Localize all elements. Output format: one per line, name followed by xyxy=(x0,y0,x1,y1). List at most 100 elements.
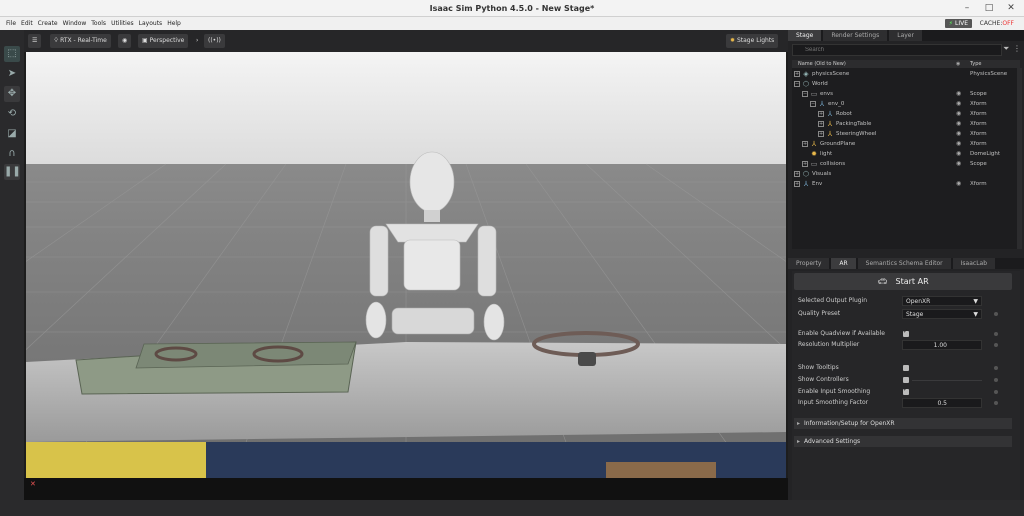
tree-row[interactable]: − ▭ envs ◉ Scope xyxy=(792,89,1020,99)
tree-row[interactable]: + ⅄ GroundPlane ◉ Xform xyxy=(792,139,1020,149)
reset-icon[interactable] xyxy=(994,332,998,336)
visibility-eye-icon[interactable]: ◉ xyxy=(956,119,961,129)
tab-layer[interactable]: Layer xyxy=(889,30,922,41)
stage-lights-button[interactable]: ✹ Stage Lights xyxy=(726,34,779,48)
tree-row[interactable]: + ⅄ Robot ◉ Xform xyxy=(792,109,1020,119)
visibility-eye-icon[interactable]: ◉ xyxy=(956,89,961,99)
viewport-settings-icon[interactable]: ☰ xyxy=(28,34,42,48)
expand-icon[interactable]: + xyxy=(794,171,800,177)
reset-icon[interactable] xyxy=(994,312,998,316)
property-panel: Property AR Semantics Schema Editor Isaa… xyxy=(788,258,1024,500)
snap-icon[interactable]: ∩ xyxy=(4,146,20,162)
tab-semantics-schema-editor[interactable]: Semantics Schema Editor xyxy=(857,258,951,269)
menu-tools[interactable]: Tools xyxy=(91,20,106,27)
ar-settings: 🚗︎ Start AR Selected Output Plugin OpenXR… xyxy=(792,271,1020,500)
tab-stage[interactable]: Stage xyxy=(788,30,822,41)
expand-icon[interactable]: + xyxy=(818,131,824,137)
visibility-eye-icon[interactable]: ◉ xyxy=(956,129,961,139)
tree-row[interactable]: + ◈ physicsScene PhysicsScene xyxy=(792,69,1020,79)
tree-type: DomeLight xyxy=(970,151,1001,157)
cache-status[interactable]: CACHE:OFF xyxy=(980,20,1014,27)
tree-row[interactable]: + ⅄ PackingTable ◉ Xform xyxy=(792,119,1020,129)
menu-edit[interactable]: Edit xyxy=(21,20,33,27)
expand-icon[interactable]: + xyxy=(802,161,808,167)
render-mode-button[interactable]: 💡︎ RTX - Real-Time xyxy=(50,34,111,48)
tree-row[interactable]: + ⅄ SteeringWheel ◉ Xform xyxy=(792,129,1020,139)
tab-ar[interactable]: AR xyxy=(831,258,856,269)
visibility-eye-icon[interactable]: ◉ xyxy=(956,109,961,119)
tab-render-settings[interactable]: Render Settings xyxy=(823,30,888,41)
visibility-eye-icon[interactable]: ◉ xyxy=(956,159,961,169)
move-icon[interactable]: ✥ xyxy=(4,86,20,102)
scale-icon[interactable]: ◪ xyxy=(4,126,20,142)
chevron-down-icon: ▼ xyxy=(973,311,978,318)
visibility-eye-icon[interactable]: ◉ xyxy=(118,34,132,48)
expand-icon[interactable]: + xyxy=(818,111,824,117)
broadcast-icon[interactable]: ((•)) xyxy=(204,34,225,48)
tree-row[interactable]: + ▭ collisions ◉ Scope xyxy=(792,159,1020,169)
tree-row[interactable]: − ⅄ env_0 ◉ Xform xyxy=(792,99,1020,109)
chevron-right-icon[interactable]: › xyxy=(192,34,202,48)
tooltips-checkbox[interactable] xyxy=(903,365,909,371)
select-arrow-icon[interactable]: ➤ xyxy=(4,66,20,82)
live-button[interactable]: ⚡ LIVE xyxy=(944,19,972,28)
pause-icon[interactable]: ❚❚ xyxy=(4,164,21,180)
smoothing-label: Enable Input Smoothing xyxy=(798,388,871,395)
section-info-openxr[interactable]: Information/Setup for OpenXR xyxy=(794,418,1012,429)
resolution-input[interactable]: 1.00 xyxy=(902,340,982,350)
menu-file[interactable]: File xyxy=(6,20,16,27)
expand-icon[interactable]: + xyxy=(818,121,824,127)
filter-icon[interactable]: ⏷ xyxy=(1003,44,1009,54)
menu-utilities[interactable]: Utilities xyxy=(111,20,134,27)
viewport[interactable]: ☰ 💡︎ RTX - Real-Time ◉ ▣ Perspective › (… xyxy=(24,30,788,500)
reset-icon[interactable] xyxy=(994,401,998,405)
col-type[interactable]: Type xyxy=(970,60,981,68)
close-icon[interactable]: ✕ xyxy=(1006,3,1016,13)
menu-layouts[interactable]: Layouts xyxy=(139,20,163,27)
collapse-icon[interactable]: − xyxy=(810,101,816,107)
options-icon[interactable]: ⋮ xyxy=(1013,44,1021,53)
start-ar-button[interactable]: 🚗︎ Start AR xyxy=(794,273,1012,290)
visibility-eye-icon[interactable]: ◉ xyxy=(956,139,961,149)
reset-icon[interactable] xyxy=(994,343,998,347)
section-advanced-settings[interactable]: Advanced Settings xyxy=(794,436,1012,447)
menu-help[interactable]: Help xyxy=(167,20,181,27)
collapse-icon[interactable]: − xyxy=(802,91,808,97)
tree-label: env_0 xyxy=(828,101,845,107)
controllers-checkbox[interactable] xyxy=(903,377,909,383)
visibility-eye-icon[interactable]: ◉ xyxy=(956,179,961,189)
quality-preset-select[interactable]: Stage ▼ xyxy=(902,309,982,319)
visibility-eye-icon[interactable]: ◉ xyxy=(956,99,961,109)
tree-row[interactable]: + ⅄ Env ◉ Xform xyxy=(792,179,1020,189)
expand-icon[interactable]: + xyxy=(802,141,808,147)
tree-row[interactable]: + ⬡ Visuals xyxy=(792,169,1020,179)
minimize-icon[interactable]: – xyxy=(962,3,972,13)
camera-button[interactable]: ▣ Perspective xyxy=(138,34,189,48)
tab-property[interactable]: Property xyxy=(788,258,830,269)
tab-isaaclab[interactable]: IsaacLab xyxy=(952,258,996,269)
scene-render[interactable] xyxy=(26,52,786,498)
smoothing-checkbox[interactable] xyxy=(903,386,909,395)
maximize-icon[interactable]: □ xyxy=(984,3,994,13)
expand-icon[interactable]: + xyxy=(794,181,800,187)
render-mode-label: RTX - Real-Time xyxy=(60,37,107,44)
quadview-checkbox[interactable] xyxy=(903,328,909,337)
expand-icon[interactable]: + xyxy=(794,71,800,77)
smoothing-factor-input[interactable]: 0.5 xyxy=(902,398,982,408)
reset-icon[interactable] xyxy=(994,366,998,370)
menu-create[interactable]: Create xyxy=(38,20,58,27)
reset-icon[interactable] xyxy=(994,390,998,394)
menu-window[interactable]: Window xyxy=(63,20,87,27)
live-label: LIVE xyxy=(954,20,968,27)
visibility-eye-icon[interactable]: ◉ xyxy=(956,149,961,159)
tree-row[interactable]: − ⬡ World xyxy=(792,79,1020,89)
output-plugin-select[interactable]: OpenXR ▼ xyxy=(902,296,982,306)
tree-row[interactable]: ✹ light ◉ DomeLight xyxy=(792,149,1020,159)
reset-icon[interactable] xyxy=(994,378,998,382)
select-mode-icon[interactable]: ⬚ xyxy=(4,46,20,62)
rotate-icon[interactable]: ⟲ xyxy=(4,106,20,122)
stage-scrollbar[interactable] xyxy=(1017,68,1022,249)
stage-search-input[interactable] xyxy=(792,44,1002,56)
col-name[interactable]: Name (Old to New) xyxy=(798,60,846,68)
collapse-icon[interactable]: − xyxy=(794,81,800,87)
